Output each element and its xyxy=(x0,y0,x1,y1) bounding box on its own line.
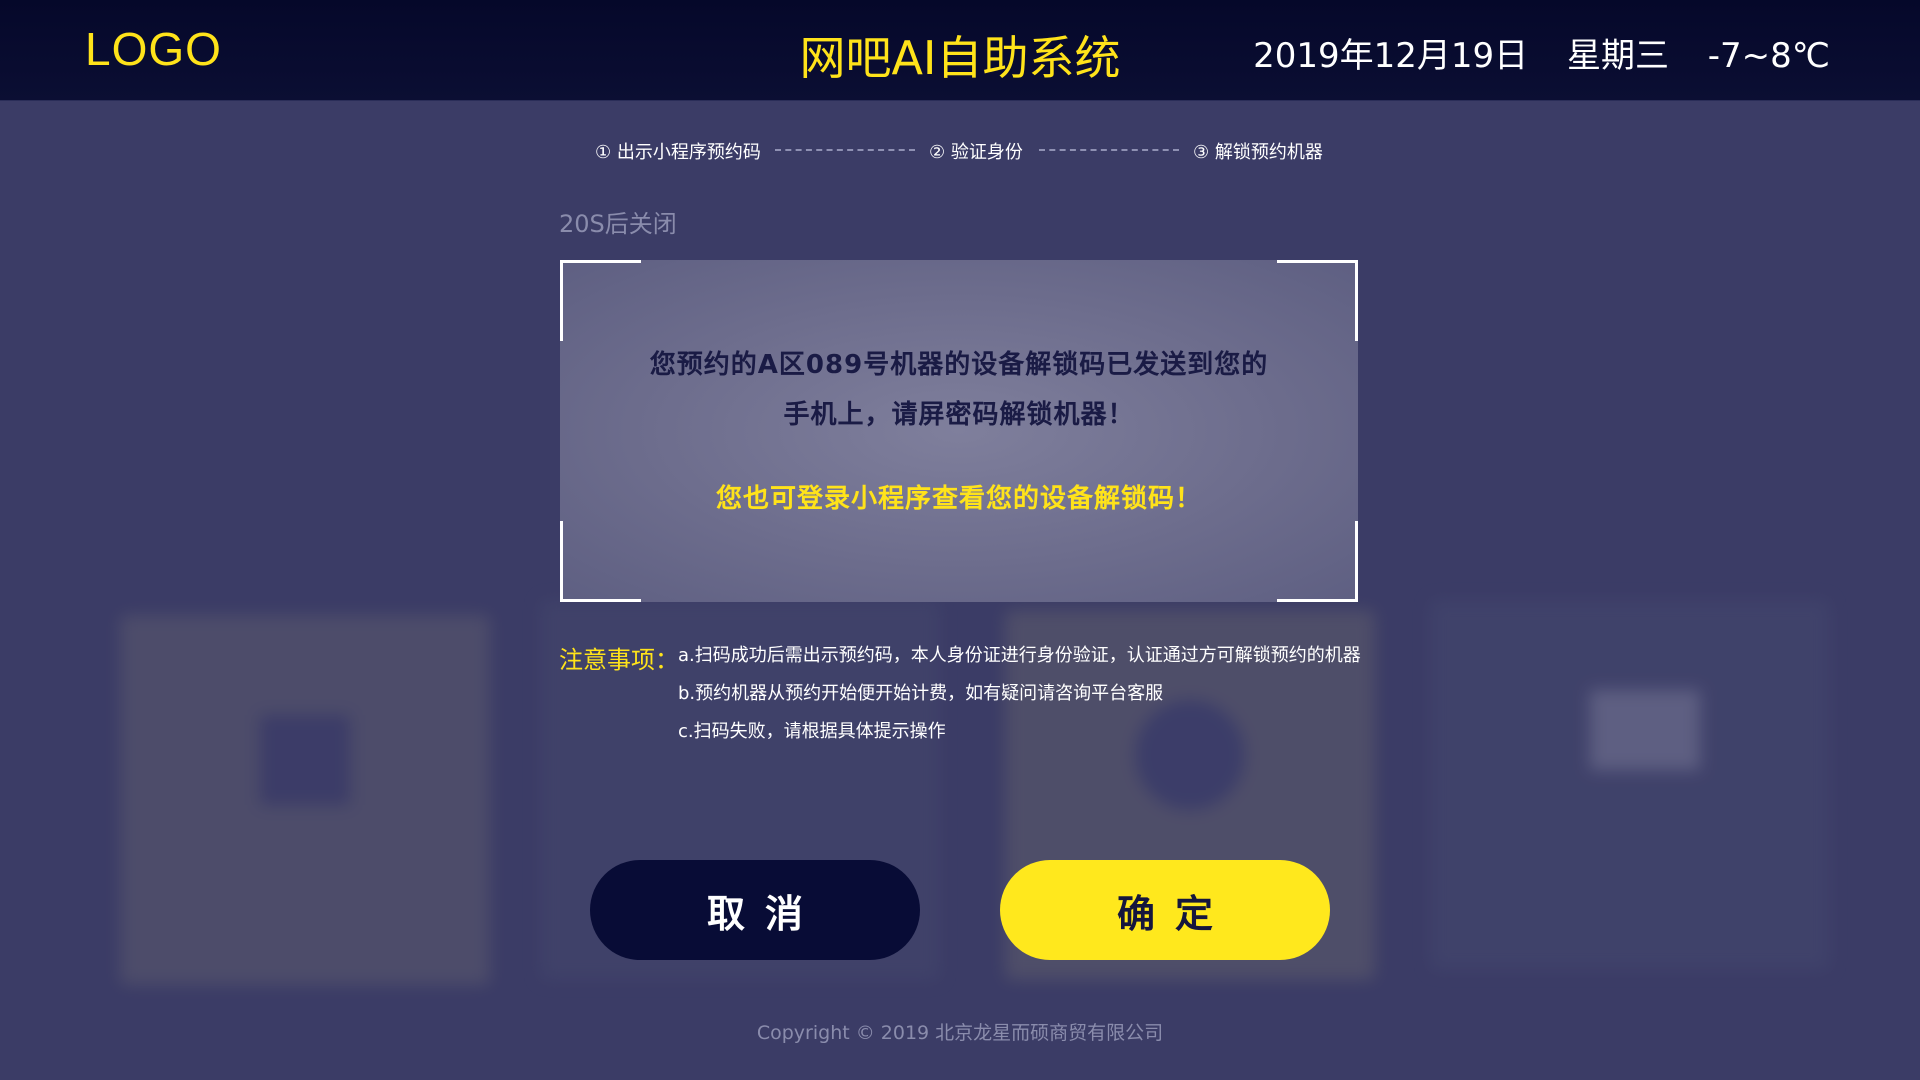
frame-corner-top-right xyxy=(1277,260,1358,341)
background-card-4 xyxy=(1430,600,1830,970)
unlock-message-line-2: 手机上，请屏密码解锁机器！ xyxy=(783,400,1135,430)
frame-corner-top-left xyxy=(560,260,641,341)
confirm-button[interactable]: 确定 xyxy=(1000,860,1330,960)
copyright-footer: Copyright © 2019 北京龙星而硕商贸有限公司 xyxy=(756,1022,1164,1044)
notes-list: a.扫码成功后需出示预约码，本人身份证进行身份验证，认证通过方可解锁预约的机器 … xyxy=(678,640,1361,754)
note-item: b.预约机器从预约开始便开始计费，如有疑问请咨询平台客服 xyxy=(678,683,1164,704)
background-card-1 xyxy=(120,615,490,985)
auto-close-countdown: 20S后关闭 xyxy=(559,210,677,238)
step-progress: ① 出示小程序预约码 ② 验证身份 ③ 解锁预约机器 xyxy=(0,138,1920,163)
unlock-message: 您预约的A区089号机器的设备解锁码已发送到您的 手机上，请屏密码解锁机器！ xyxy=(620,340,1298,440)
message-panel: 您预约的A区089号机器的设备解锁码已发送到您的 手机上，请屏密码解锁机器！ 您… xyxy=(560,260,1358,602)
header-date: 2019年12月19日 xyxy=(1253,36,1529,76)
step-connector-2 xyxy=(1039,149,1179,151)
header-temperature: -7~8℃ xyxy=(1707,36,1830,76)
cancel-button[interactable]: 取消 xyxy=(590,860,920,960)
step-connector-1 xyxy=(775,149,915,151)
step-3: ③ 解锁预约机器 xyxy=(1193,142,1323,163)
step-1: ① 出示小程序预约码 xyxy=(595,142,761,163)
header-info: 2019年12月19日 星期三 -7~8℃ xyxy=(1253,28,1830,77)
unlock-message-line-1: 您预约的A区089号机器的设备解锁码已发送到您的 xyxy=(649,350,1269,380)
top-header: LOGO 网吧AI自助系统 2019年12月19日 星期三 -7~8℃ xyxy=(0,0,1920,101)
note-item: c.扫码失败，请根据具体提示操作 xyxy=(678,721,946,742)
frame-corner-bottom-right xyxy=(1277,521,1358,602)
notes-title: 注意事项： xyxy=(559,646,679,674)
mini-program-hint: 您也可登录小程序查看您的设备解锁码！ xyxy=(715,484,1202,514)
header-weekday: 星期三 xyxy=(1566,36,1669,76)
frame-corner-bottom-left xyxy=(560,521,641,602)
step-2: ② 验证身份 xyxy=(929,142,1023,163)
note-item: a.扫码成功后需出示预约码，本人身份证进行身份验证，认证通过方可解锁预约的机器 xyxy=(678,645,1361,666)
